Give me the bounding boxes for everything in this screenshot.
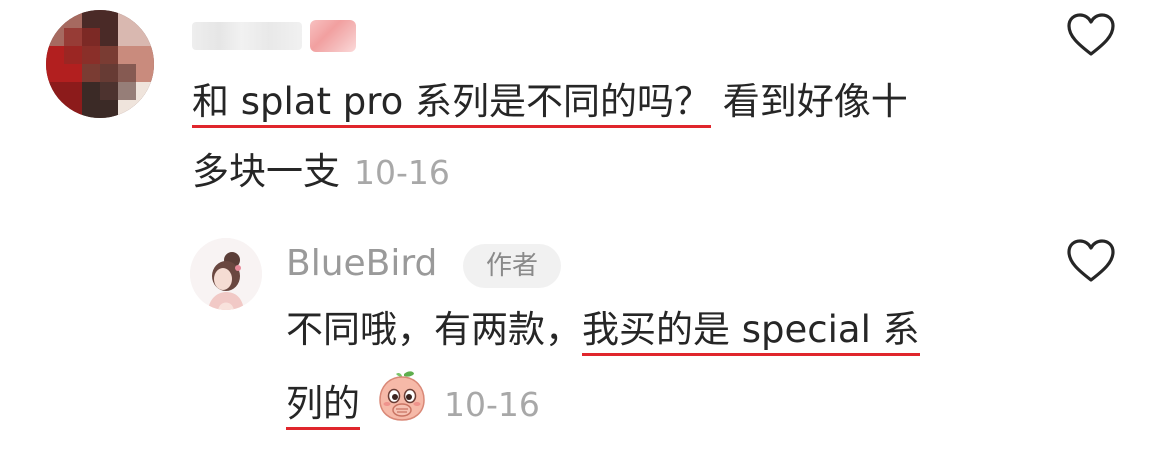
heart-outline-icon: [1067, 239, 1115, 282]
covering-mouth-face-emoji: [374, 368, 430, 436]
comment-date: 10-16: [354, 153, 450, 192]
reply-text-line-2: 列的 10-16: [286, 371, 540, 436]
author-badge: 作者: [463, 244, 561, 288]
like-reply-button[interactable]: [1066, 238, 1116, 284]
reply-date: 10-16: [444, 384, 540, 424]
reply-text-plain: 不同哦，有两款，: [286, 308, 582, 351]
comment-text-continued: 多块一支: [192, 150, 340, 193]
blurred-user-tag: [310, 20, 356, 52]
comment-text-rest: 看到好像十: [711, 80, 908, 123]
peach-emoji-icon: [379, 371, 425, 421]
comment-text-line-2: 多块一支 10-16: [192, 148, 450, 197]
blurred-username[interactable]: [192, 22, 302, 50]
blurred-avatar-icon: [46, 10, 154, 118]
reply-author-name[interactable]: BlueBird: [286, 242, 437, 286]
reply-avatar[interactable]: [190, 238, 262, 310]
like-comment-button[interactable]: [1066, 12, 1116, 58]
reply-text-line-1: 不同哦，有两款，我买的是 special 系: [286, 306, 920, 356]
heart-outline-icon: [1067, 13, 1115, 56]
comment-highlighted-question: 和 splat pro 系列是不同的吗？: [192, 80, 712, 128]
girl-avatar-icon: [190, 238, 262, 310]
reply-highlighted-text-continued: 列的: [286, 381, 360, 430]
comment-text-line-1: 和 splat pro 系列是不同的吗？ 看到好像十: [192, 78, 908, 128]
reply-highlighted-text: 我买的是 special 系: [582, 308, 920, 356]
commenter-avatar[interactable]: [46, 10, 154, 118]
